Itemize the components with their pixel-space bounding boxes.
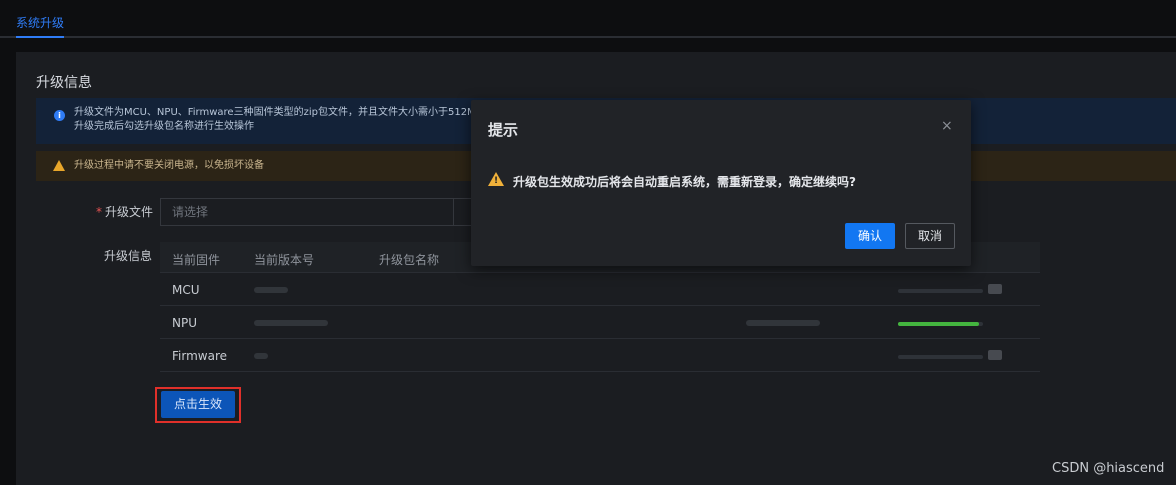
blurred-version [254,353,268,359]
progress-fill [898,322,979,326]
upload-file-label-text: 升级文件 [105,205,154,219]
panel-title: 升级信息 [36,75,92,91]
blurred-version [254,287,288,293]
progress-percent [988,284,1002,294]
dialog-message: 升级包生效成功后将会自动重启系统，需重新登录，确定继续吗? [513,175,856,189]
apply-button[interactable]: 点击生效 [161,391,235,418]
upload-file-label: * 升级文件 [96,203,153,220]
upload-file-select[interactable]: 请选择 [160,198,454,226]
table-row[interactable]: Firmware [160,339,1040,372]
header-current-firmware: 当前固件 [172,253,221,267]
tab-system-upgrade[interactable]: 系统升级 [16,14,64,31]
close-icon[interactable]: × [941,118,953,134]
dialog-title: 提示 [488,121,519,139]
cancel-button[interactable]: 取消 [905,223,955,249]
blurred-version [254,320,328,326]
progress-bar [898,322,983,326]
warning-icon [53,160,65,171]
blurred-package-version [746,320,820,326]
header-current-version: 当前版本号 [254,253,315,267]
firmware-name: MCU [172,283,200,297]
firmware-name: NPU [172,316,197,330]
progress-percent [988,350,1002,360]
upgrade-info-label: 升级信息 [104,249,153,263]
table-row[interactable]: MCU [160,273,1040,306]
tab-bar: 系统升级 [0,0,1176,38]
confirm-button[interactable]: 确认 [845,223,895,249]
confirm-dialog: 提示 × ! 升级包生效成功后将会自动重启系统，需重新登录，确定继续吗? 确认 … [471,100,971,266]
progress-bar [898,355,983,359]
info-icon: i [54,110,65,121]
table-row[interactable]: NPU [160,306,1040,339]
header-package-name: 升级包名称 [379,253,440,267]
progress-bar [898,289,983,293]
firmware-name: Firmware [172,349,227,363]
watermark: CSDN @hiascend [1052,461,1165,476]
required-mark: * [96,205,102,219]
tab-active-indicator [16,36,64,38]
warning-icon-mark: ! [494,176,499,186]
